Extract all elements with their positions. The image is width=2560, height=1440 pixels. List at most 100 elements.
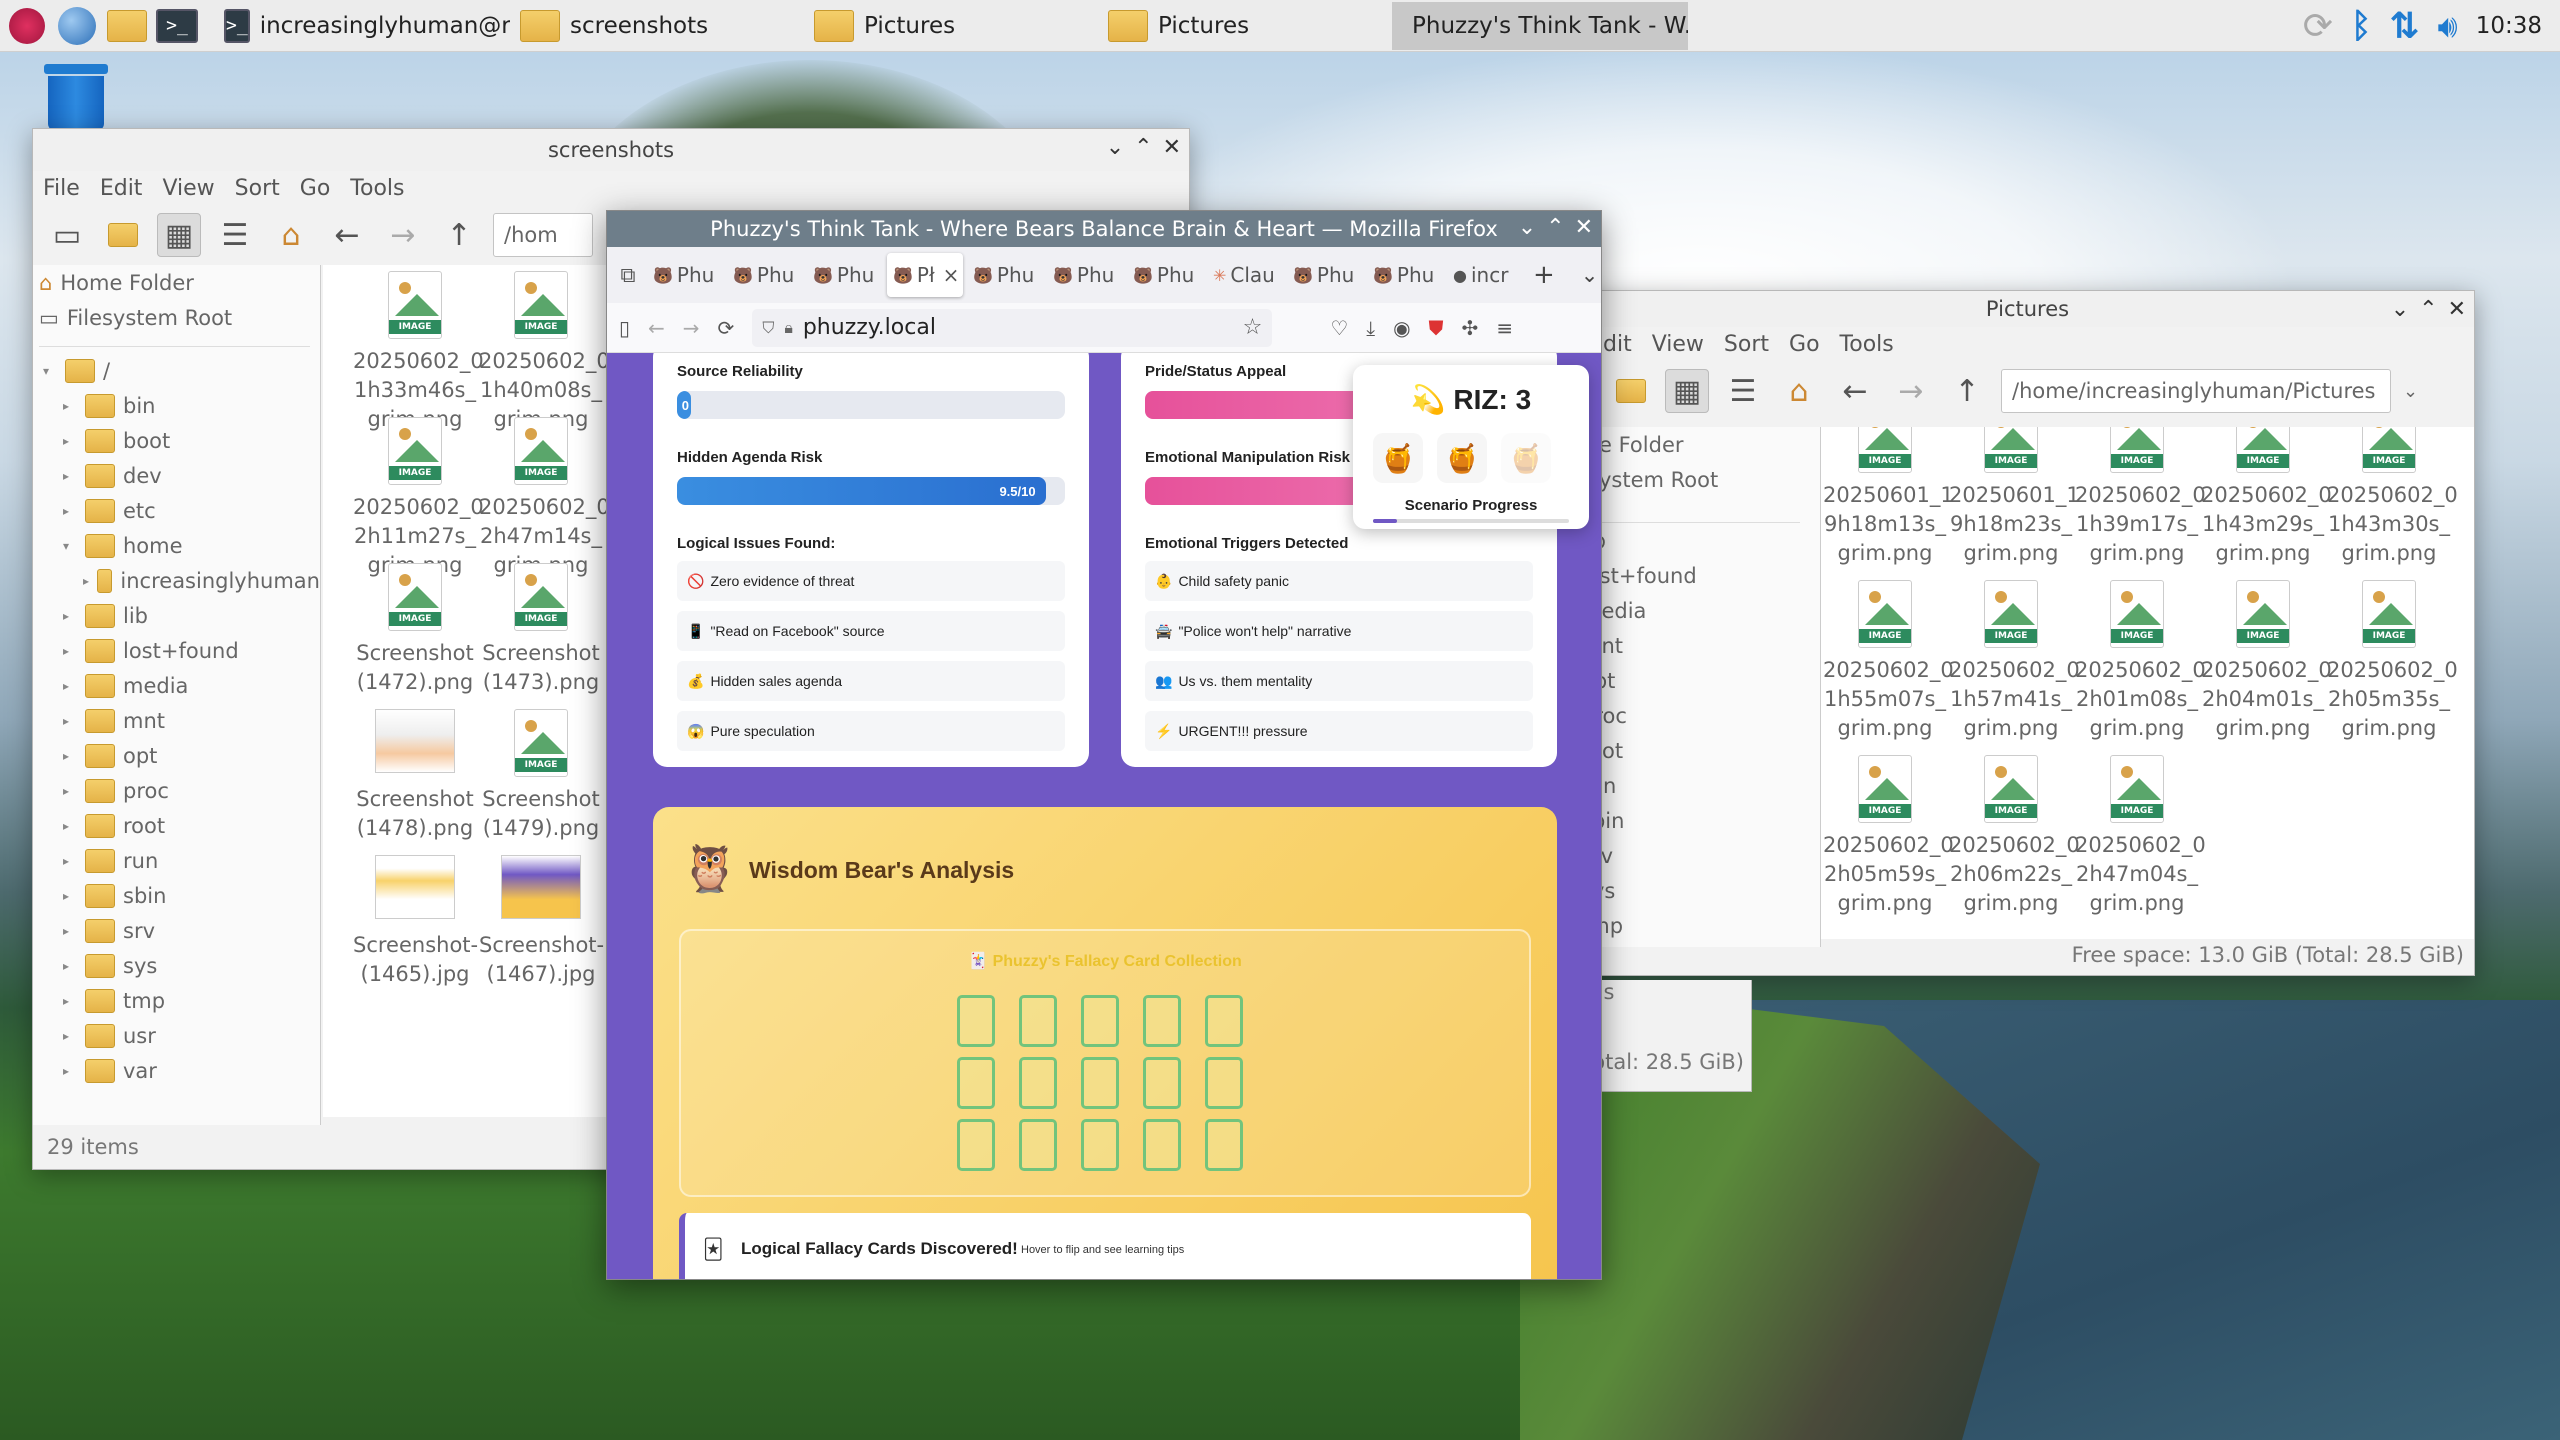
tree-item-usr[interactable]: ▸ usr: [39, 1018, 320, 1053]
expander-icon[interactable]: ▾: [63, 539, 77, 553]
place-root[interactable]: ▭ Filesystem Root: [39, 300, 320, 335]
browser-tab[interactable]: 🐻 Phu: [1127, 253, 1203, 297]
expander-icon[interactable]: ▸: [63, 644, 77, 658]
menu-sort[interactable]: Sort: [1724, 332, 1769, 357]
back-icon[interactable]: ←: [325, 213, 369, 257]
file-item[interactable]: IMAGE 20250602_0 1h43m30s_ grim.png: [2327, 427, 2458, 568]
update-icon[interactable]: ⟳: [2303, 6, 2333, 47]
volume-icon[interactable]: 🔊︎: [2438, 7, 2458, 46]
tree-item-etc[interactable]: ▸ etc: [39, 493, 320, 528]
file-item[interactable]: IMAGE 20250602_0 1h43m29s_ grim.png: [2201, 427, 2332, 568]
fallacy-card[interactable]: [1205, 995, 1243, 1047]
maximize-icon[interactable]: ⌃: [2419, 297, 2437, 322]
screenshots-titlebar[interactable]: screenshots ⌄ ⌃ ✕: [33, 129, 1189, 171]
back-icon[interactable]: ←: [1833, 369, 1877, 413]
browser-tab[interactable]: 🐻 Phu: [647, 253, 723, 297]
file-item[interactable]: IMAGE20250602_02h47m14s_grim.png: [479, 417, 610, 580]
file-item[interactable]: IMAGE 20250601_1 9h18m23s_ grim.png: [1949, 427, 2080, 568]
file-item[interactable]: IMAGE 20250602_0 2h05m35s_ grim.png: [2327, 580, 2458, 743]
expander-icon[interactable]: ▸: [63, 1029, 77, 1043]
tree-item-sys[interactable]: sys: [1581, 873, 1820, 908]
file-item[interactable]: Screenshot- (1467).jpg: [479, 855, 604, 989]
minimize-icon[interactable]: ⌄: [1106, 135, 1124, 160]
forward-icon[interactable]: →: [683, 316, 700, 340]
browser-tab[interactable]: 🐻 Pł ×: [887, 253, 963, 297]
tree-item-usr[interactable]: usr: [1581, 943, 1820, 947]
expander-icon[interactable]: ▸: [63, 504, 77, 518]
url-bar[interactable]: ⛉ 🔒︎ phuzzy.local ☆: [752, 308, 1273, 347]
task-firefox[interactable]: Phuzzy's Think Tank - W..: [1392, 1, 1688, 50]
pocket-icon[interactable]: ♡: [1330, 316, 1348, 340]
file-item[interactable]: Screenshot (1478).png: [353, 709, 477, 843]
tree-item-lostfound[interactable]: ▸ lost+found: [39, 633, 320, 668]
list-view-icon[interactable]: ☰: [213, 213, 257, 257]
tree-item-sbin[interactable]: ▸ sbin: [39, 878, 320, 913]
fallacy-card[interactable]: [1081, 1119, 1119, 1171]
extension-shield-icon[interactable]: ⛊: [1429, 316, 1444, 340]
task-terminal[interactable]: >_ increasinglyhuman@ras..: [214, 2, 510, 50]
new-tab-icon[interactable]: +: [1533, 260, 1555, 290]
menu-view[interactable]: View: [162, 176, 214, 201]
fallacy-card[interactable]: [1143, 1119, 1181, 1171]
menu-sort[interactable]: Sort: [235, 176, 280, 201]
expander-icon[interactable]: ▸: [63, 399, 77, 413]
tree-item-bin[interactable]: ▸ bin: [39, 388, 320, 423]
tree-item-media[interactable]: ▸ media: [39, 668, 320, 703]
bookmark-star-icon[interactable]: ☆: [1243, 315, 1263, 340]
network-icon[interactable]: ⇅: [2389, 6, 2419, 47]
tree-item-srv[interactable]: srv: [1581, 838, 1820, 873]
tab-overview-icon[interactable]: ⧉: [613, 263, 643, 288]
expander-icon[interactable]: ▸: [63, 854, 77, 868]
pictures-titlebar[interactable]: Pictures ⌄ ⌃ ✕: [1581, 291, 2474, 327]
sidebar-icon[interactable]: ▯: [619, 316, 630, 340]
forward-icon[interactable]: →: [1889, 369, 1933, 413]
file-item[interactable]: Screenshot- (1465).jpg: [353, 855, 478, 989]
browser-tab[interactable]: 🐻 Phu: [1367, 253, 1443, 297]
task-pictures-2[interactable]: Pictures: [1098, 2, 1392, 50]
menu-edit[interactable]: Edit: [100, 176, 143, 201]
close-icon[interactable]: ✕: [1575, 215, 1593, 240]
fallacy-card[interactable]: [957, 995, 995, 1047]
browser-tab[interactable]: 🐻 Phu: [967, 253, 1043, 297]
tree-item-sbin[interactable]: sbin: [1581, 803, 1820, 838]
list-view-icon[interactable]: ☰: [1721, 369, 1765, 413]
expander-icon[interactable]: ▸: [63, 889, 77, 903]
menu-file[interactable]: File: [43, 176, 80, 201]
fallacy-card[interactable]: [1143, 1057, 1181, 1109]
expander-icon[interactable]: ▸: [63, 924, 77, 938]
tree-item-media[interactable]: media: [1581, 593, 1820, 628]
file-item[interactable]: IMAGE Screenshot (1479).png: [479, 709, 603, 843]
file-item[interactable]: IMAGE20250602_02h11m27s_grim.png: [353, 417, 484, 580]
menu-go[interactable]: Go: [1789, 332, 1820, 357]
sidebar-toggle-icon[interactable]: ▭: [45, 213, 89, 257]
tree-item-lib[interactable]: lib: [1581, 523, 1820, 558]
fallacy-card[interactable]: [1019, 995, 1057, 1047]
tree-item-sys[interactable]: ▸ sys: [39, 948, 320, 983]
menu-tools[interactable]: Tools: [350, 176, 404, 201]
task-pictures-1[interactable]: Pictures: [804, 2, 1098, 50]
expander-icon[interactable]: ▸: [63, 434, 77, 448]
tab-list-icon[interactable]: ⌄: [1581, 263, 1599, 287]
file-item[interactable]: IMAGE 20250602_0 2h06m22s_ grim.png: [1949, 755, 2080, 918]
browser-tab[interactable]: 🐻 Phu: [727, 253, 803, 297]
expander-icon[interactable]: ▸: [63, 609, 77, 623]
fallacy-card[interactable]: [1205, 1119, 1243, 1171]
file-item[interactable]: IMAGE Screenshot (1473).png: [479, 563, 603, 697]
tree-item-tmp[interactable]: ▸ tmp: [39, 983, 320, 1018]
expander-icon[interactable]: ▸: [63, 1064, 77, 1078]
file-item[interactable]: IMAGE 20250602_0 1h39m17s_ grim.png: [2075, 427, 2206, 568]
icon-view-icon[interactable]: ▦: [157, 213, 201, 257]
file-item[interactable]: IMAGE20250602_01h33m46s_grim.png: [353, 271, 484, 434]
tree-item-mnt[interactable]: mnt: [1581, 628, 1820, 663]
maximize-icon[interactable]: ⌃: [1134, 135, 1152, 160]
tree-item-increasinglyhuman[interactable]: ▸ increasinglyhuman: [39, 563, 320, 598]
expander-icon[interactable]: ▸: [63, 784, 77, 798]
fallacy-card[interactable]: [957, 1119, 995, 1171]
tree-item-lostfound[interactable]: lost+found: [1581, 558, 1820, 593]
place-root[interactable]: ystem Root: [1599, 462, 1820, 497]
downloads-icon[interactable]: ⤓: [1366, 316, 1375, 340]
path-input[interactable]: /hom: [493, 213, 593, 257]
raspberry-menu-icon[interactable]: [4, 3, 50, 49]
tree-item-root[interactable]: root: [1581, 733, 1820, 768]
expander-icon[interactable]: ▸: [63, 959, 77, 973]
